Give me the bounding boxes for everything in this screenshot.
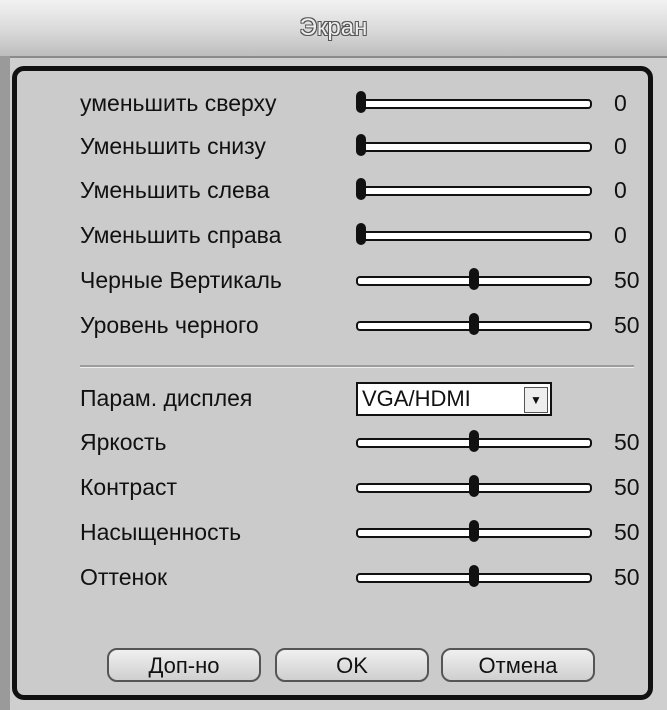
row-contrast: Контраст 50 [80, 469, 640, 505]
slider-thumb[interactable] [469, 430, 479, 452]
crop-right-label: Уменьшить справа [80, 222, 282, 248]
row-hue: Оттенок 50 [80, 559, 640, 595]
title-bar: Экран [0, 0, 667, 58]
black-vertical-label: Черные Вертикаль [80, 267, 282, 293]
saturation-slider[interactable] [356, 514, 592, 550]
crop-bottom-label: Уменьшить снизу [80, 133, 266, 159]
row-black-level: Уровень черного 50 [80, 307, 640, 343]
hue-slider[interactable] [356, 559, 592, 595]
cancel-button[interactable]: Отмена [441, 648, 595, 682]
crop-left-label: Уменьшить слева [80, 177, 270, 203]
slider-thumb[interactable] [469, 475, 479, 497]
display-param-select[interactable]: VGA/HDMI ▼ [356, 382, 552, 416]
slider-track [356, 99, 592, 109]
crop-left-slider[interactable] [356, 172, 592, 208]
slider-track [356, 142, 592, 152]
slider-thumb[interactable] [356, 223, 366, 245]
black-vertical-slider[interactable] [356, 262, 592, 298]
contrast-value: 50 [614, 474, 640, 500]
saturation-label: Насыщенность [80, 519, 242, 545]
crop-bottom-value: 0 [614, 133, 627, 159]
section-divider [80, 365, 634, 368]
row-crop-top: уменьшить сверху 0 [80, 85, 640, 121]
row-black-vertical: Черные Вертикаль 50 [80, 262, 640, 298]
advanced-button[interactable]: Доп-но [107, 648, 261, 682]
ok-button[interactable]: OK [275, 648, 429, 682]
crop-bottom-slider[interactable] [356, 128, 592, 164]
brightness-label: Яркость [80, 429, 167, 455]
display-param-label: Парам. дисплея [80, 385, 253, 411]
black-vertical-value: 50 [614, 267, 640, 293]
display-param-value: VGA/HDMI [362, 386, 471, 411]
contrast-label: Контраст [80, 474, 178, 500]
black-level-label: Уровень черного [80, 312, 259, 338]
hue-label: Оттенок [80, 564, 168, 590]
contrast-slider[interactable] [356, 469, 592, 505]
dropdown-arrow-icon[interactable]: ▼ [524, 387, 548, 413]
crop-left-value: 0 [614, 177, 627, 203]
black-level-value: 50 [614, 312, 640, 338]
row-brightness: Яркость 50 [80, 424, 640, 460]
brightness-slider[interactable] [356, 424, 592, 460]
slider-thumb[interactable] [356, 91, 366, 113]
crop-right-value: 0 [614, 222, 627, 248]
slider-thumb[interactable] [356, 178, 366, 200]
slider-thumb[interactable] [469, 313, 479, 335]
screen-settings-window: Экран уменьшить сверху 0 Уменьшить снизу… [0, 0, 667, 710]
crop-right-slider[interactable] [356, 217, 592, 253]
row-crop-right: Уменьшить справа 0 [80, 217, 640, 253]
slider-thumb[interactable] [469, 268, 479, 290]
crop-top-slider[interactable] [356, 85, 592, 121]
row-crop-left: Уменьшить слева 0 [80, 172, 640, 208]
brightness-value: 50 [614, 429, 640, 455]
window-edge [0, 56, 10, 710]
black-level-slider[interactable] [356, 307, 592, 343]
slider-thumb[interactable] [469, 565, 479, 587]
saturation-value: 50 [614, 519, 640, 545]
window-title: Экран [299, 14, 368, 41]
row-saturation: Насыщенность 50 [80, 514, 640, 550]
hue-value: 50 [614, 564, 640, 590]
row-crop-bottom: Уменьшить снизу 0 [80, 128, 640, 164]
crop-top-label: уменьшить сверху [80, 90, 277, 116]
slider-thumb[interactable] [356, 134, 366, 156]
crop-top-value: 0 [614, 90, 627, 116]
slider-track [356, 231, 592, 241]
slider-thumb[interactable] [469, 520, 479, 542]
slider-track [356, 186, 592, 196]
